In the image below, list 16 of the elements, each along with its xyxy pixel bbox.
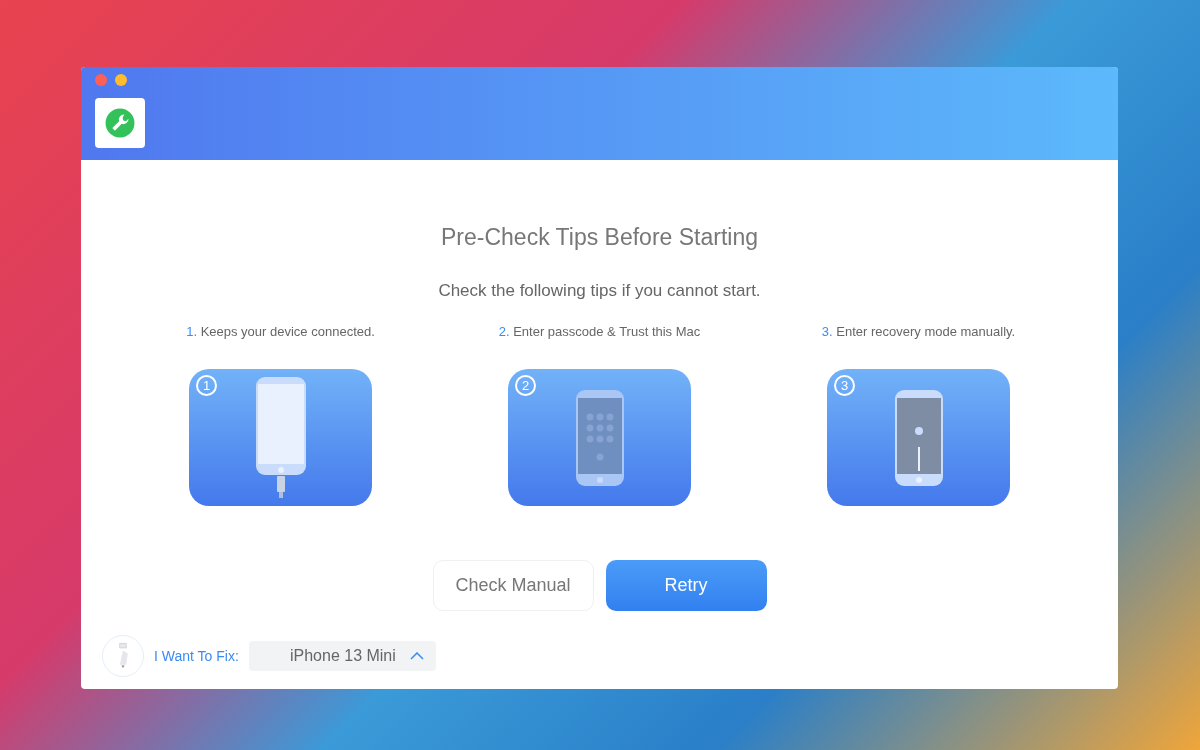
device-dropdown[interactable]: iPhone 13 Mini	[248, 641, 436, 671]
wrench-app-icon	[95, 98, 145, 148]
retry-button[interactable]: Retry	[605, 560, 767, 611]
check-manual-button[interactable]: Check Manual	[432, 560, 594, 611]
tip-text: 1. Keeps your device connected.	[186, 324, 375, 339]
tip-text: 3. Enter recovery mode manually.	[821, 324, 1016, 339]
close-icon[interactable]	[95, 74, 107, 86]
page-heading: Pre-Check Tips Before Starting	[441, 224, 758, 251]
page-subheading: Check the following tips if you cannot start.	[438, 281, 761, 301]
tip-text: 2. Enter passcode & Trust this Mac	[498, 324, 701, 339]
minimize-icon[interactable]	[115, 74, 127, 86]
fix-label: I Want To Fix:	[154, 648, 239, 664]
step-number: 1	[196, 375, 217, 396]
chevron-up-icon	[409, 652, 424, 660]
step-number: 3	[834, 375, 855, 396]
step-number: 2	[515, 375, 536, 396]
